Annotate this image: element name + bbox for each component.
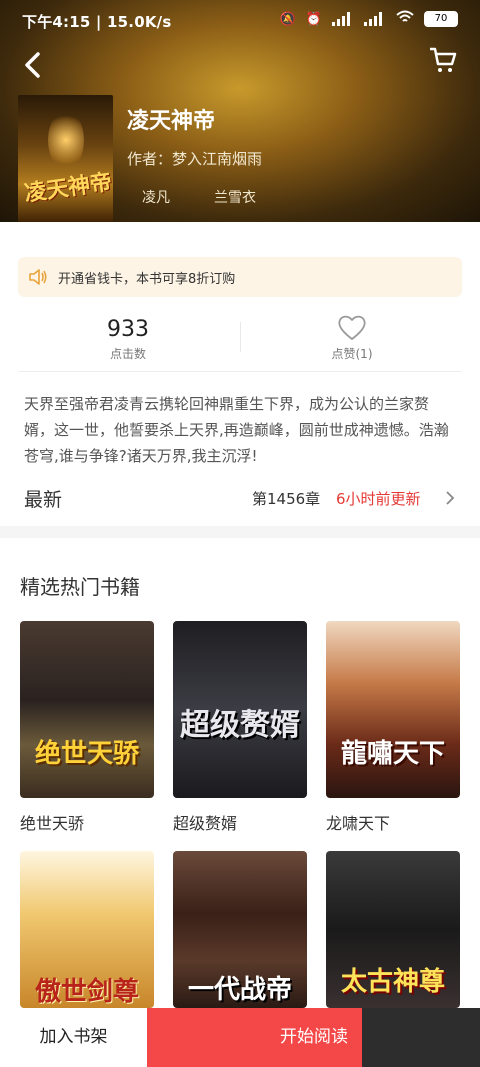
chevron-right-icon[interactable] — [444, 490, 456, 506]
heart-icon[interactable] — [336, 313, 368, 341]
signal-icon-2 — [364, 12, 386, 26]
status-icons: 🔕 ⏰ 70 — [280, 10, 458, 28]
cover-title: 凌天神帝 — [22, 168, 113, 207]
cover-title: 傲世剑尊 — [34, 977, 139, 1007]
battery-icon: 70 — [424, 11, 458, 27]
add-to-shelf-button[interactable]: 加入书架 — [0, 1008, 147, 1067]
book-name[interactable]: 龙啸天下 — [326, 810, 390, 834]
divider — [18, 371, 462, 372]
divider — [240, 322, 241, 352]
book-author[interactable]: 作者：梦入江南烟雨 — [127, 148, 262, 169]
status-bar: 下午4:15 | 15.0K/s 🔕 ⏰ 70 — [0, 0, 480, 38]
cover-title: 超级赘婿 — [180, 708, 300, 743]
section-title: 精选热门书籍 — [20, 575, 140, 599]
back-icon[interactable] — [20, 50, 46, 80]
book-cover-5[interactable]: 一代战帝 — [173, 851, 307, 1008]
clicks-label: 点击数 — [109, 347, 146, 361]
speaker-icon — [28, 268, 48, 286]
latest-chapter[interactable]: 第1456章 — [252, 488, 320, 509]
clicks-count: 933 — [107, 317, 149, 342]
mute-icon: 🔕 — [279, 11, 296, 27]
cover-title: 绝世天骄 — [34, 739, 139, 769]
bottom-action-bar: 加入书架 开始阅读 — [0, 1008, 480, 1067]
signal-icon — [332, 12, 354, 26]
cover-title: 龍嘯天下 — [340, 739, 445, 769]
latest-update-time[interactable]: 6小时前更新 — [336, 488, 421, 509]
tag-item[interactable]: 兰雪衣 — [214, 187, 256, 207]
wifi-icon — [396, 10, 414, 28]
start-reading-button[interactable]: 开始阅读 — [147, 1008, 362, 1067]
likes-label[interactable]: 点赞(1) — [300, 345, 404, 362]
section-gap — [0, 526, 480, 538]
book-description: 天界至强帝君凌青云携轮回神鼎重生下界，成为公认的兰家赘婿，这一世，他誓要杀上天界… — [24, 395, 449, 465]
promo-text: 开通省钱卡，本书可享8折订购 — [58, 272, 236, 287]
cover-title: 太古神尊 — [340, 967, 445, 997]
latest-label: 最新 — [24, 489, 63, 511]
status-time-speed: 下午4:15 | 15.0K/s — [22, 13, 172, 31]
cover-title: 一代战帝 — [187, 975, 292, 1005]
book-header: 下午4:15 | 15.0K/s 🔕 ⏰ 70 凌天神帝 凌天神帝 作者：梦入江… — [0, 0, 480, 222]
book-title: 凌天神帝 — [127, 109, 216, 134]
alarm-icon: ⏰ — [305, 11, 322, 27]
book-cover-6[interactable]: 太古神尊 — [326, 851, 460, 1008]
book-name[interactable]: 绝世天骄 — [20, 810, 84, 834]
promo-banner[interactable]: 开通省钱卡，本书可享8折订购 — [18, 257, 462, 297]
book-cover-3[interactable]: 龍嘯天下 — [326, 621, 460, 798]
bottom-overlay — [362, 1008, 480, 1067]
book-cover-2[interactable]: 超级赘婿 — [173, 621, 307, 798]
book-cover-4[interactable]: 傲世剑尊 — [20, 851, 154, 1008]
tag-item[interactable]: 凌凡 — [142, 187, 170, 207]
book-name[interactable]: 超级赘婿 — [173, 810, 237, 834]
book-cover: 凌天神帝 — [18, 95, 113, 222]
cart-icon[interactable] — [428, 46, 458, 74]
book-cover-1[interactable]: 绝世天骄 — [20, 621, 154, 798]
